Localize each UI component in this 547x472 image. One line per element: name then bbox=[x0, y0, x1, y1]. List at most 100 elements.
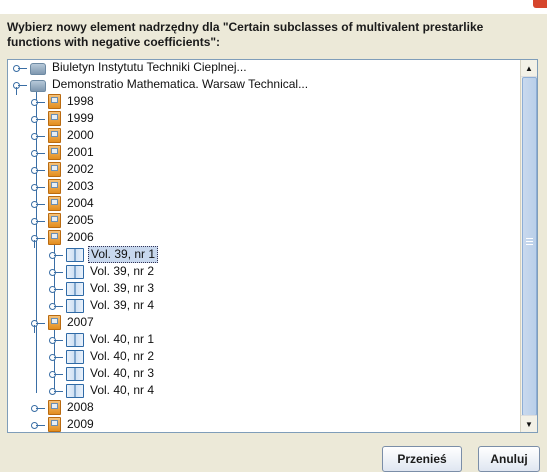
collapsed-handle-icon[interactable] bbox=[31, 419, 45, 431]
tree-node-volume[interactable]: Vol. 40, nr 3 bbox=[49, 365, 156, 382]
collapsed-handle-icon[interactable] bbox=[31, 164, 45, 176]
folder-year-icon bbox=[48, 196, 61, 211]
folder-year-icon bbox=[48, 162, 61, 177]
scroll-up-arrow-icon[interactable]: ▲ bbox=[521, 60, 537, 77]
collection-tree: Biuletyn Instytutu Techniki Cieplnej... … bbox=[8, 60, 520, 432]
book-icon bbox=[66, 298, 84, 313]
folder-year-icon bbox=[48, 400, 61, 415]
scrollbar-thumb[interactable] bbox=[522, 77, 537, 416]
collapsed-handle-icon[interactable] bbox=[49, 368, 63, 380]
node-label: 2000 bbox=[67, 128, 94, 142]
node-label: 2005 bbox=[67, 213, 94, 227]
folder-year-icon bbox=[48, 315, 61, 330]
close-button-edge[interactable] bbox=[533, 0, 547, 8]
folder-year-icon bbox=[48, 213, 61, 228]
node-label: Vol. 40, nr 1 bbox=[90, 332, 155, 346]
collapsed-handle-icon[interactable] bbox=[49, 249, 63, 261]
node-label: Vol. 40, nr 2 bbox=[90, 349, 155, 363]
tree-node-journal[interactable]: Demonstratio Mathematica. Warsaw Technic… bbox=[13, 76, 310, 95]
node-label: Vol. 39, nr 2 bbox=[90, 264, 155, 278]
tree-node-volume[interactable]: Vol. 39, nr 1 bbox=[49, 246, 159, 263]
node-label: 2008 bbox=[67, 400, 94, 414]
collapsed-handle-icon[interactable] bbox=[31, 198, 45, 210]
expanded-handle-icon[interactable] bbox=[31, 232, 45, 248]
collapsed-handle-icon[interactable] bbox=[31, 402, 45, 414]
tree-node-year[interactable]: 2000 bbox=[31, 127, 96, 144]
node-label: 2004 bbox=[67, 196, 94, 210]
folder-year-icon bbox=[48, 111, 61, 126]
tree-node-year[interactable]: 2005 bbox=[31, 212, 96, 229]
expanded-handle-icon[interactable] bbox=[31, 317, 45, 333]
tree-node-volume[interactable]: Vol. 40, nr 4 bbox=[49, 382, 156, 399]
scroll-down-arrow-icon[interactable]: ▼ bbox=[521, 415, 537, 432]
folder-year-icon bbox=[48, 230, 61, 245]
tree-node-volume[interactable]: Vol. 40, nr 1 bbox=[49, 331, 156, 348]
tree-node-year[interactable]: 2008 bbox=[31, 399, 96, 416]
collapsed-handle-icon[interactable] bbox=[31, 181, 45, 193]
book-icon bbox=[66, 264, 84, 279]
node-label: Vol. 40, nr 3 bbox=[90, 366, 155, 380]
database-icon bbox=[30, 79, 46, 92]
node-label: 2009 bbox=[67, 417, 94, 431]
prompt-line-2: functions with negative coefficients": bbox=[7, 35, 221, 49]
collapsed-handle-icon[interactable] bbox=[49, 266, 63, 278]
book-icon bbox=[66, 281, 84, 296]
tree-node-journal[interactable]: Biuletyn Instytutu Techniki Cieplnej... bbox=[13, 60, 249, 76]
collapsed-handle-icon[interactable] bbox=[31, 130, 45, 142]
tree-node-year[interactable]: 2004 bbox=[31, 195, 96, 212]
move-dialog: Wybierz nowy element nadrzędny dla "Cert… bbox=[0, 14, 547, 472]
tree-node-volume[interactable]: Vol. 40, nr 2 bbox=[49, 348, 156, 365]
collapsed-handle-icon[interactable] bbox=[31, 215, 45, 227]
tree-node-volume[interactable]: Vol. 39, nr 4 bbox=[49, 297, 156, 314]
collapsed-handle-icon[interactable] bbox=[49, 283, 63, 295]
tree-panel: Biuletyn Instytutu Techniki Cieplnej... … bbox=[7, 59, 538, 433]
tree-node-year[interactable]: 2001 bbox=[31, 144, 96, 161]
book-icon bbox=[66, 366, 84, 381]
folder-year-icon bbox=[48, 145, 61, 160]
node-label: 1999 bbox=[67, 111, 94, 125]
node-label: Demonstratio Mathematica. Warsaw Technic… bbox=[52, 77, 309, 91]
collapsed-handle-icon[interactable] bbox=[31, 113, 45, 125]
dialog-prompt: Wybierz nowy element nadrzędny dla "Cert… bbox=[7, 20, 527, 50]
collapsed-handle-icon[interactable] bbox=[31, 147, 45, 159]
book-icon bbox=[66, 349, 84, 364]
node-label: 2006 bbox=[67, 230, 94, 244]
tree-node-year[interactable]: 2006 bbox=[31, 229, 96, 248]
tree-node-volume[interactable]: Vol. 39, nr 3 bbox=[49, 280, 156, 297]
tree-node-year[interactable]: 1998 bbox=[31, 93, 96, 110]
node-label: Vol. 39, nr 3 bbox=[90, 281, 155, 295]
window-top-strip bbox=[0, 0, 547, 14]
prompt-line-1: Wybierz nowy element nadrzędny dla "Cert… bbox=[7, 20, 484, 34]
book-icon bbox=[66, 383, 84, 398]
collapsed-handle-icon[interactable] bbox=[49, 300, 63, 312]
collapsed-handle-icon[interactable] bbox=[49, 334, 63, 346]
node-label: 2002 bbox=[67, 162, 94, 176]
collapsed-handle-icon[interactable] bbox=[31, 96, 45, 108]
tree-node-year[interactable]: 1999 bbox=[31, 110, 96, 127]
tree-node-year[interactable]: 2002 bbox=[31, 161, 96, 178]
folder-year-icon bbox=[48, 94, 61, 109]
node-label-selected: Vol. 39, nr 1 bbox=[88, 246, 159, 263]
tree-node-volume[interactable]: Vol. 39, nr 2 bbox=[49, 263, 156, 280]
node-label: Vol. 40, nr 4 bbox=[90, 383, 155, 397]
book-icon bbox=[66, 332, 84, 347]
node-label: 2007 bbox=[67, 315, 94, 329]
database-icon bbox=[30, 62, 46, 75]
vertical-scrollbar[interactable]: ▲ ▼ bbox=[520, 60, 537, 432]
node-label: 1998 bbox=[67, 94, 94, 108]
tree-node-year[interactable]: 2007 bbox=[31, 314, 96, 333]
move-button[interactable]: Przenieś bbox=[382, 446, 462, 472]
collapsed-handle-icon[interactable] bbox=[13, 62, 27, 74]
node-label: 2003 bbox=[67, 179, 94, 193]
collapsed-handle-icon[interactable] bbox=[49, 351, 63, 363]
book-icon bbox=[66, 247, 84, 262]
cancel-button[interactable]: Anuluj bbox=[478, 446, 540, 472]
node-label: Biuletyn Instytutu Techniki Cieplnej... bbox=[52, 60, 247, 74]
tree-node-year[interactable]: 2009 bbox=[31, 416, 96, 432]
folder-year-icon bbox=[48, 128, 61, 143]
tree-node-year[interactable]: 2003 bbox=[31, 178, 96, 195]
expanded-handle-icon[interactable] bbox=[13, 79, 27, 95]
collapsed-handle-icon[interactable] bbox=[49, 385, 63, 397]
node-label: Vol. 39, nr 4 bbox=[90, 298, 155, 312]
folder-year-icon bbox=[48, 417, 61, 432]
